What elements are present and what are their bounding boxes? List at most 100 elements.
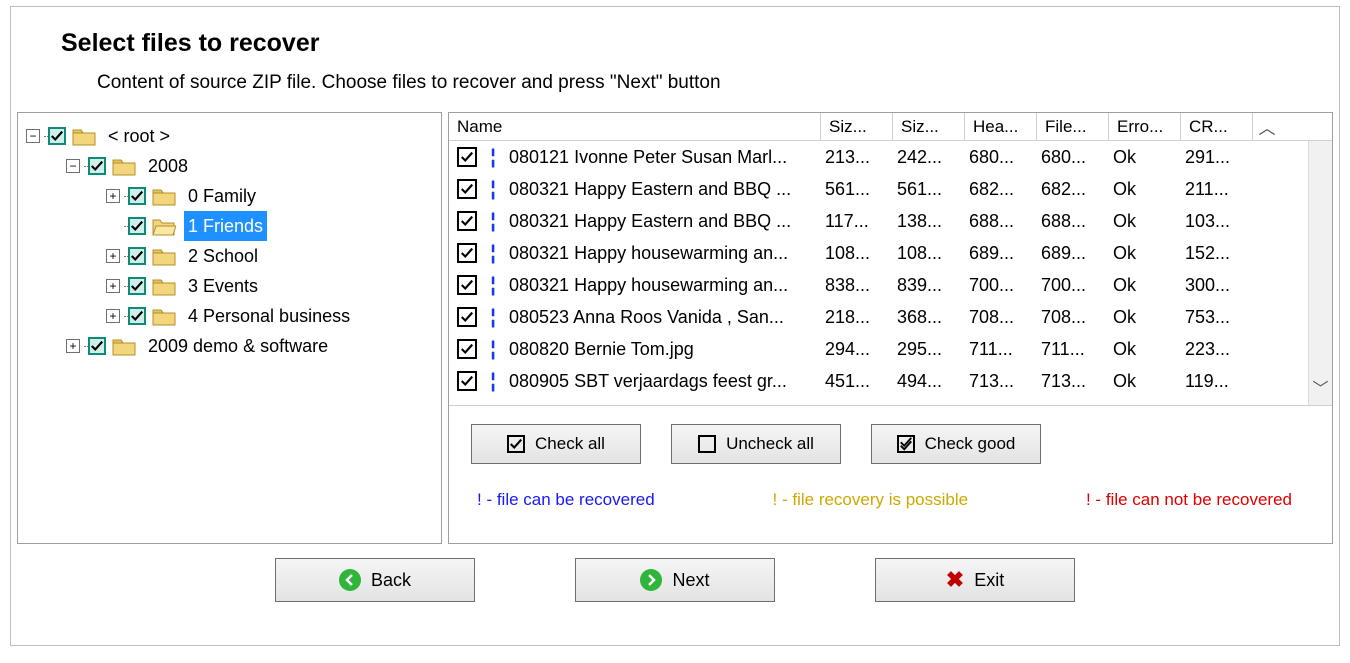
folder-tree[interactable]: − < root > − 2008 + 0 Family [17,112,442,544]
check-all-label: Check all [535,434,605,454]
row-size1: 218... [819,307,891,328]
exit-button[interactable]: ✖ Exit [875,558,1075,602]
row-checkbox[interactable] [457,275,477,295]
row-crc: 223... [1179,339,1251,360]
page-subtitle: Content of source ZIP file. Choose files… [97,72,1299,94]
row-checkbox[interactable] [457,211,477,231]
tree-item-personal[interactable]: 4 Personal business [184,301,354,331]
tree-expand-personal[interactable]: + [106,309,120,323]
col-size2[interactable]: Siz... [893,113,965,140]
row-hea: 708... [963,307,1035,328]
row-size1: 108... [819,243,891,264]
row-file: 700... [1035,275,1107,296]
row-err: Ok [1107,211,1179,232]
table-row[interactable]: ¦080321 Happy Eastern and BBQ ...561...5… [449,173,1332,205]
tree-expand-events[interactable]: + [106,279,120,293]
tree-collapse-root[interactable]: − [26,129,40,143]
tree-check-school[interactable] [128,247,146,265]
tree-check-2009[interactable] [88,337,106,355]
row-err: Ok [1107,339,1179,360]
page-title: Select files to recover [61,29,1299,58]
folder-icon [152,276,176,296]
row-err: Ok [1107,275,1179,296]
folder-icon [72,126,96,146]
table-row[interactable]: ¦080321 Happy housewarming an...838...83… [449,269,1332,301]
col-hea[interactable]: Hea... [965,113,1037,140]
row-file: 680... [1035,147,1107,168]
tree-expand-school[interactable]: + [106,249,120,263]
double-check-icon [897,435,915,453]
scroll-up-icon[interactable]: ︿ [1253,113,1281,140]
next-button[interactable]: Next [575,558,775,602]
row-crc: 152... [1179,243,1251,264]
status-mark-icon: ¦ [483,146,503,169]
tree-item-events[interactable]: 3 Events [184,271,262,301]
check-icon [507,435,525,453]
row-checkbox[interactable] [457,339,477,359]
table-row[interactable]: ¦080820 Bernie Tom.jpg294...295...711...… [449,333,1332,365]
row-err: Ok [1107,307,1179,328]
table-row[interactable]: ¦080321 Happy housewarming an...108...10… [449,237,1332,269]
back-button[interactable]: Back [275,558,475,602]
row-name: 080905 SBT verjaardags feest gr... [509,371,819,392]
col-size1[interactable]: Siz... [821,113,893,140]
tree-check-2008[interactable] [88,157,106,175]
tree-expand-2009[interactable]: + [66,339,80,353]
tree-item-family[interactable]: 0 Family [184,181,260,211]
tree-expand-family[interactable]: + [106,189,120,203]
scrollbar[interactable]: ﹀ [1308,141,1332,405]
tree-item-root[interactable]: < root > [104,121,174,151]
tree-check-personal[interactable] [128,307,146,325]
check-good-button[interactable]: Check good [871,424,1041,464]
row-checkbox[interactable] [457,243,477,263]
uncheck-all-button[interactable]: Uncheck all [671,424,841,464]
row-err: Ok [1107,179,1179,200]
status-mark-icon: ¦ [483,274,503,297]
tree-item-friends[interactable]: 1 Friends [184,211,267,241]
row-err: Ok [1107,243,1179,264]
tree-collapse-2008[interactable]: − [66,159,80,173]
row-file: 688... [1035,211,1107,232]
scroll-down-icon[interactable]: ﹀ [1312,375,1328,399]
row-size2: 138... [891,211,963,232]
col-name[interactable]: Name [449,113,821,140]
tree-item-school[interactable]: 2 School [184,241,262,271]
row-size2: 494... [891,371,963,392]
tree-check-root[interactable] [48,127,66,145]
tree-check-events[interactable] [128,277,146,295]
row-file: 682... [1035,179,1107,200]
folder-icon [112,156,136,176]
row-file: 713... [1035,371,1107,392]
row-crc: 211... [1179,179,1251,200]
row-checkbox[interactable] [457,371,477,391]
table-row[interactable]: ¦080121 Ivonne Peter Susan Marl...213...… [449,141,1332,173]
col-err[interactable]: Erro... [1109,113,1181,140]
legend: ! - file can be recovered ! - file recov… [449,464,1332,510]
status-mark-icon: ¦ [483,178,503,201]
row-file: 689... [1035,243,1107,264]
row-size2: 108... [891,243,963,264]
row-crc: 300... [1179,275,1251,296]
row-checkbox[interactable] [457,179,477,199]
tree-toggle-blank [106,219,120,233]
tree-check-family[interactable] [128,187,146,205]
table-row[interactable]: ¦080523 Anna Roos Vanida , San...218...3… [449,301,1332,333]
row-checkbox[interactable] [457,147,477,167]
back-label: Back [371,570,411,591]
tree-item-2008[interactable]: 2008 [144,151,192,181]
row-size1: 451... [819,371,891,392]
row-crc: 103... [1179,211,1251,232]
col-crc[interactable]: CR... [1181,113,1253,140]
row-checkbox[interactable] [457,307,477,327]
file-list[interactable]: Name Siz... Siz... Hea... File... Erro..… [449,113,1332,406]
row-hea: 689... [963,243,1035,264]
check-all-button[interactable]: Check all [471,424,641,464]
row-hea: 711... [963,339,1035,360]
arrow-right-icon [640,569,662,591]
col-file[interactable]: File... [1037,113,1109,140]
table-row[interactable]: ¦080905 SBT verjaardags feest gr...451..… [449,365,1332,397]
table-row[interactable]: ¦080321 Happy Eastern and BBQ ...117...1… [449,205,1332,237]
folder-icon [152,246,176,266]
tree-check-friends[interactable] [128,217,146,235]
tree-item-2009[interactable]: 2009 demo & software [144,331,332,361]
